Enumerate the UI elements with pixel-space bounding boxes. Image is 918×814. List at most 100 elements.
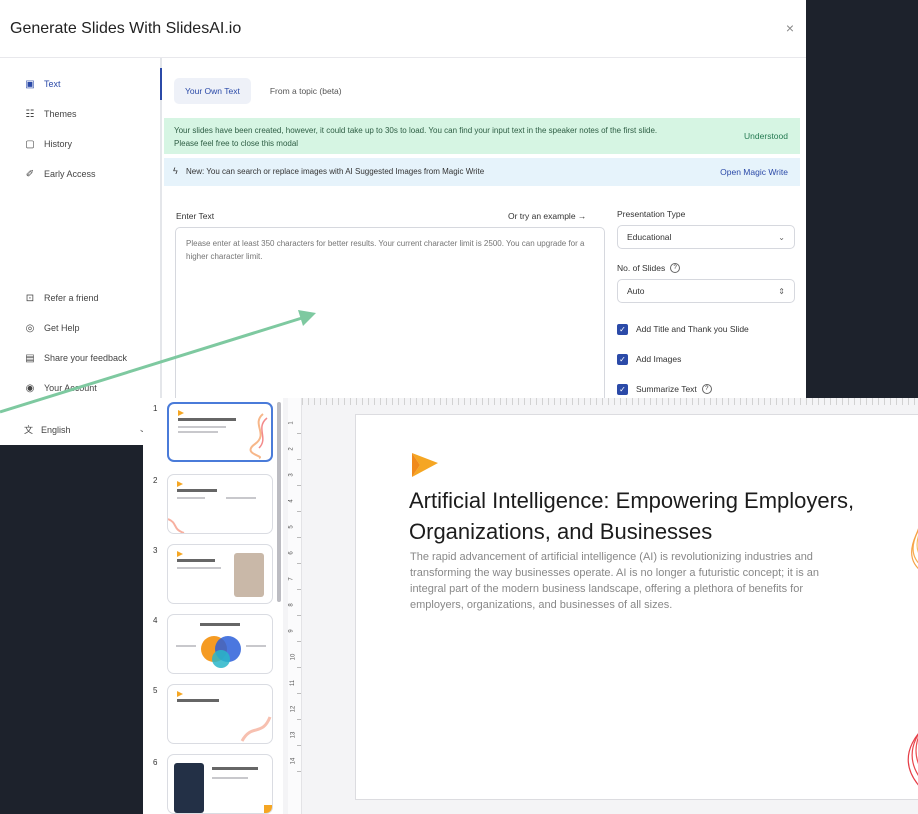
checkbox-add-images[interactable]: ✓ Add Images <box>617 349 795 369</box>
slide-thumbnail-5[interactable] <box>167 684 273 744</box>
help-icon: ◎ <box>25 322 35 334</box>
slide-body-text[interactable]: The rapid advancement of artificial inte… <box>410 549 820 613</box>
help-circle-icon[interactable]: ? <box>701 384 712 394</box>
thumbnail-number: 2 <box>153 476 158 485</box>
thumb-title-line <box>177 489 217 492</box>
slide-title[interactable]: Artificial Intelligence: Empowering Empl… <box>409 485 918 547</box>
slide-thumbnail-2[interactable] <box>167 474 273 534</box>
language-label: English <box>41 424 71 435</box>
history-icon: ▢ <box>25 138 35 150</box>
ruler-number: 9 <box>288 629 295 633</box>
slides-count-select[interactable]: Auto ⇕ <box>617 279 795 303</box>
checkbox-label: Summarize Text <box>636 384 697 394</box>
understood-button[interactable]: Understood <box>744 131 788 141</box>
early-access-icon: ✐ <box>25 168 35 180</box>
thumb-title-line <box>212 767 258 770</box>
ruler-number: 13 <box>290 731 297 739</box>
sidebar-item-label: Share your feedback <box>44 353 128 363</box>
thumbnail-number: 6 <box>153 758 158 767</box>
help-circle-icon[interactable]: ? <box>670 263 681 273</box>
checkbox-summarize[interactable]: ✓ Summarize Text ? <box>617 379 795 399</box>
sidebar-item-label: Get Help <box>44 323 80 333</box>
tab-from-topic[interactable]: From a topic (beta) <box>259 78 353 104</box>
thumb-text-line <box>212 777 248 779</box>
thumbnail-number: 3 <box>153 546 158 555</box>
logo-icon <box>177 691 183 697</box>
info-banner: ϟ New: You can search or replace images … <box>164 158 800 186</box>
ruler-number: 5 <box>288 525 295 529</box>
thumb-text-line <box>178 431 218 433</box>
chevron-down-icon: ⌄ <box>778 232 785 242</box>
checkbox-checked-icon[interactable]: ✓ <box>617 383 628 395</box>
ruler-number: 1 <box>288 421 295 425</box>
options-panel: Presentation Type Educational ⌄ No. of S… <box>617 209 795 399</box>
chevron-updown-icon: ⇕ <box>778 286 785 296</box>
ruler-number: 7 <box>288 577 295 581</box>
sidebar-item-early-access[interactable]: ✐ Early Access <box>24 168 96 180</box>
slide-thumbnail-4[interactable] <box>167 614 273 674</box>
enter-text-label: Enter Text <box>176 211 215 221</box>
vertical-ruler: 1 2 3 4 5 6 7 8 9 10 11 12 13 14 <box>288 398 302 814</box>
slide-canvas[interactable]: Artificial Intelligence: Empowering Empl… <box>355 414 918 800</box>
ruler-number: 12 <box>290 705 297 713</box>
success-message: Your slides have been created, however, … <box>174 126 658 148</box>
slides-count-label-text: No. of Slides <box>617 263 666 273</box>
horizontal-ruler <box>302 398 918 405</box>
lightning-icon: ϟ <box>173 166 178 176</box>
thumb-text-line <box>176 645 196 647</box>
checkbox-label: Add Title and Thank you Slide <box>636 324 749 334</box>
thumb-title-line <box>177 559 215 562</box>
presentation-type-label: Presentation Type <box>617 209 795 219</box>
ruler-number: 4 <box>288 499 295 503</box>
document-icon: ▣ <box>25 78 35 90</box>
account-icon: ◉ <box>25 382 35 394</box>
thumb-text-line <box>246 645 266 647</box>
logo-icon <box>412 453 438 477</box>
info-message: New: You can search or replace images wi… <box>186 167 485 176</box>
tab-your-own-text[interactable]: Your Own Text <box>174 78 251 104</box>
corner-accent <box>264 805 272 813</box>
open-magic-write-button[interactable]: Open Magic Write <box>720 167 788 177</box>
sidebar-item-label: Text <box>44 79 61 89</box>
wave-decoration-icon <box>168 518 185 533</box>
try-example-link[interactable]: Or try an example → <box>508 211 586 221</box>
tab-bar: Your Own Text From a topic (beta) <box>174 78 353 104</box>
sidebar-item-label: Early Access <box>44 169 96 179</box>
language-selector[interactable]: 文 English ⌄ <box>24 423 146 436</box>
sidebar-item-feedback[interactable]: ▤ Share your feedback <box>24 352 127 364</box>
ruler-number: 2 <box>288 447 295 451</box>
checkbox-label: Add Images <box>636 354 682 364</box>
slide-thumbnail-6[interactable] <box>167 754 273 814</box>
presentation-type-value: Educational <box>627 232 672 242</box>
thumb-text-line <box>177 497 205 499</box>
close-icon[interactable]: × <box>786 20 794 36</box>
thumbnail-scrollbar[interactable] <box>277 402 281 602</box>
checkbox-checked-icon[interactable]: ✓ <box>617 323 628 335</box>
modal-header: Generate Slides With SlidesAI.io <box>0 0 806 58</box>
logo-icon <box>178 410 184 416</box>
thumb-title-line <box>178 418 236 421</box>
wave-decoration-icon <box>907 527 918 786</box>
presentation-type-select[interactable]: Educational ⌄ <box>617 225 795 249</box>
checkbox-title-slide[interactable]: ✓ Add Title and Thank you Slide <box>617 319 795 339</box>
success-banner: Your slides have been created, however, … <box>164 118 800 154</box>
feedback-icon: ▤ <box>25 352 35 364</box>
ruler-number: 14 <box>290 757 297 765</box>
checkbox-checked-icon[interactable]: ✓ <box>617 353 628 365</box>
sidebar-item-label: Your Account <box>44 383 97 393</box>
ruler-number: 6 <box>288 551 295 555</box>
slide-thumbnail-1[interactable] <box>167 402 273 462</box>
modal-title: Generate Slides With SlidesAI.io <box>10 19 242 37</box>
slides-count-value: Auto <box>627 286 645 296</box>
sidebar-item-history[interactable]: ▢ History <box>24 138 72 150</box>
sidebar-item-label: Refer a friend <box>44 293 99 303</box>
thumb-text-line <box>178 426 226 428</box>
sidebar-item-account[interactable]: ◉ Your Account <box>24 382 97 394</box>
sidebar-item-refer[interactable]: ⊡ Refer a friend <box>24 292 99 304</box>
thumbnail-image <box>234 553 264 597</box>
sidebar-item-text[interactable]: ▣ Text <box>24 78 61 90</box>
slide-thumbnail-3[interactable] <box>167 544 273 604</box>
sidebar-item-help[interactable]: ◎ Get Help <box>24 322 80 334</box>
translate-icon: 文 <box>24 425 34 435</box>
sidebar-item-themes[interactable]: ☷ Themes <box>24 108 77 120</box>
